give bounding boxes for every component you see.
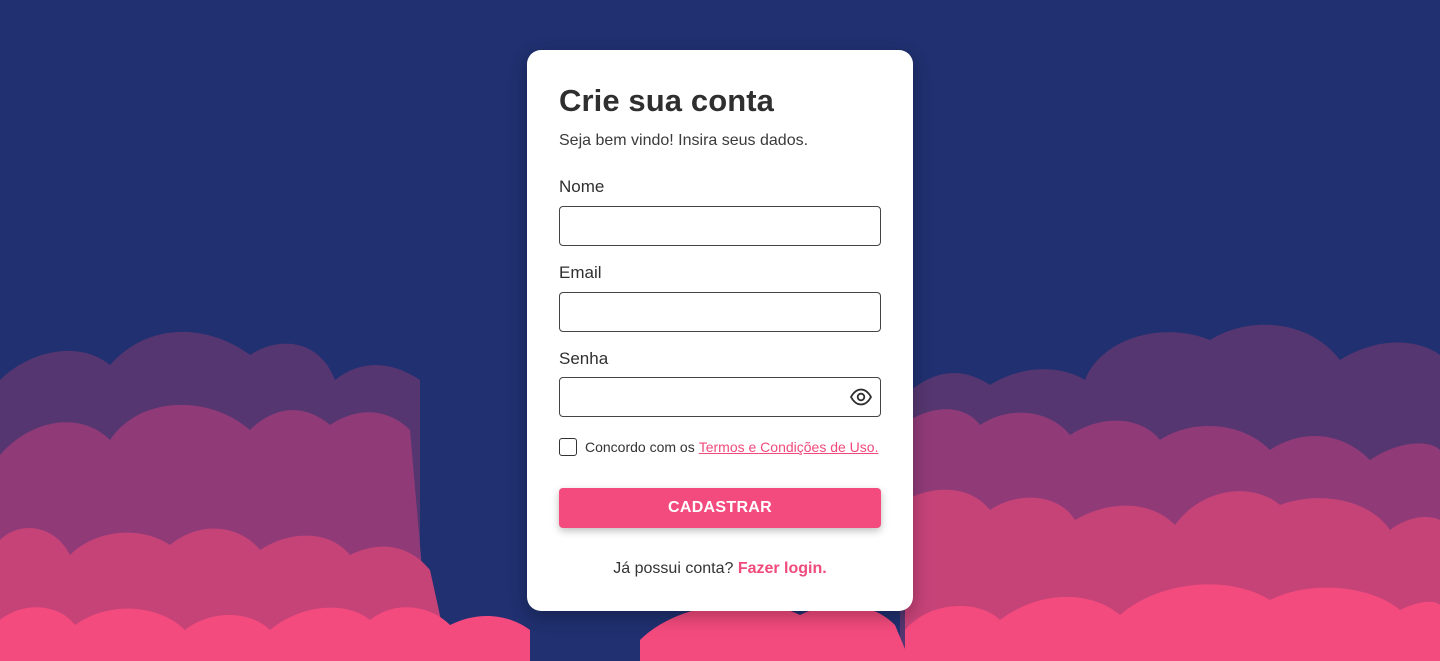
eye-icon[interactable] [849,388,873,406]
submit-button[interactable]: CADASTRAR [559,488,881,528]
terms-checkbox[interactable] [559,438,577,456]
login-prompt: Já possui conta? [613,560,734,577]
subtitle: Seja bem vindo! Insira seus dados. [559,132,809,149]
cloud-layer-4-mid [640,603,910,661]
password-input[interactable] [559,377,881,417]
signup-card: Crie sua conta Seja bem vindo! Insira se… [527,50,913,611]
email-label: Email [559,263,602,282]
page-title: Crie sua conta [559,83,775,118]
password-label: Senha [559,349,609,368]
terms-row: Concordo com os Termos e Condições de Us… [559,437,878,457]
name-label: Nome [559,177,605,196]
login-row: Já possui conta? Fazer login. [527,560,913,578]
login-link[interactable]: Fazer login. [738,560,827,577]
terms-link[interactable]: Termos e Condições de Uso. [699,439,879,455]
name-input[interactable] [559,206,881,246]
terms-text: Concordo com os [585,439,695,455]
email-input[interactable] [559,292,881,332]
